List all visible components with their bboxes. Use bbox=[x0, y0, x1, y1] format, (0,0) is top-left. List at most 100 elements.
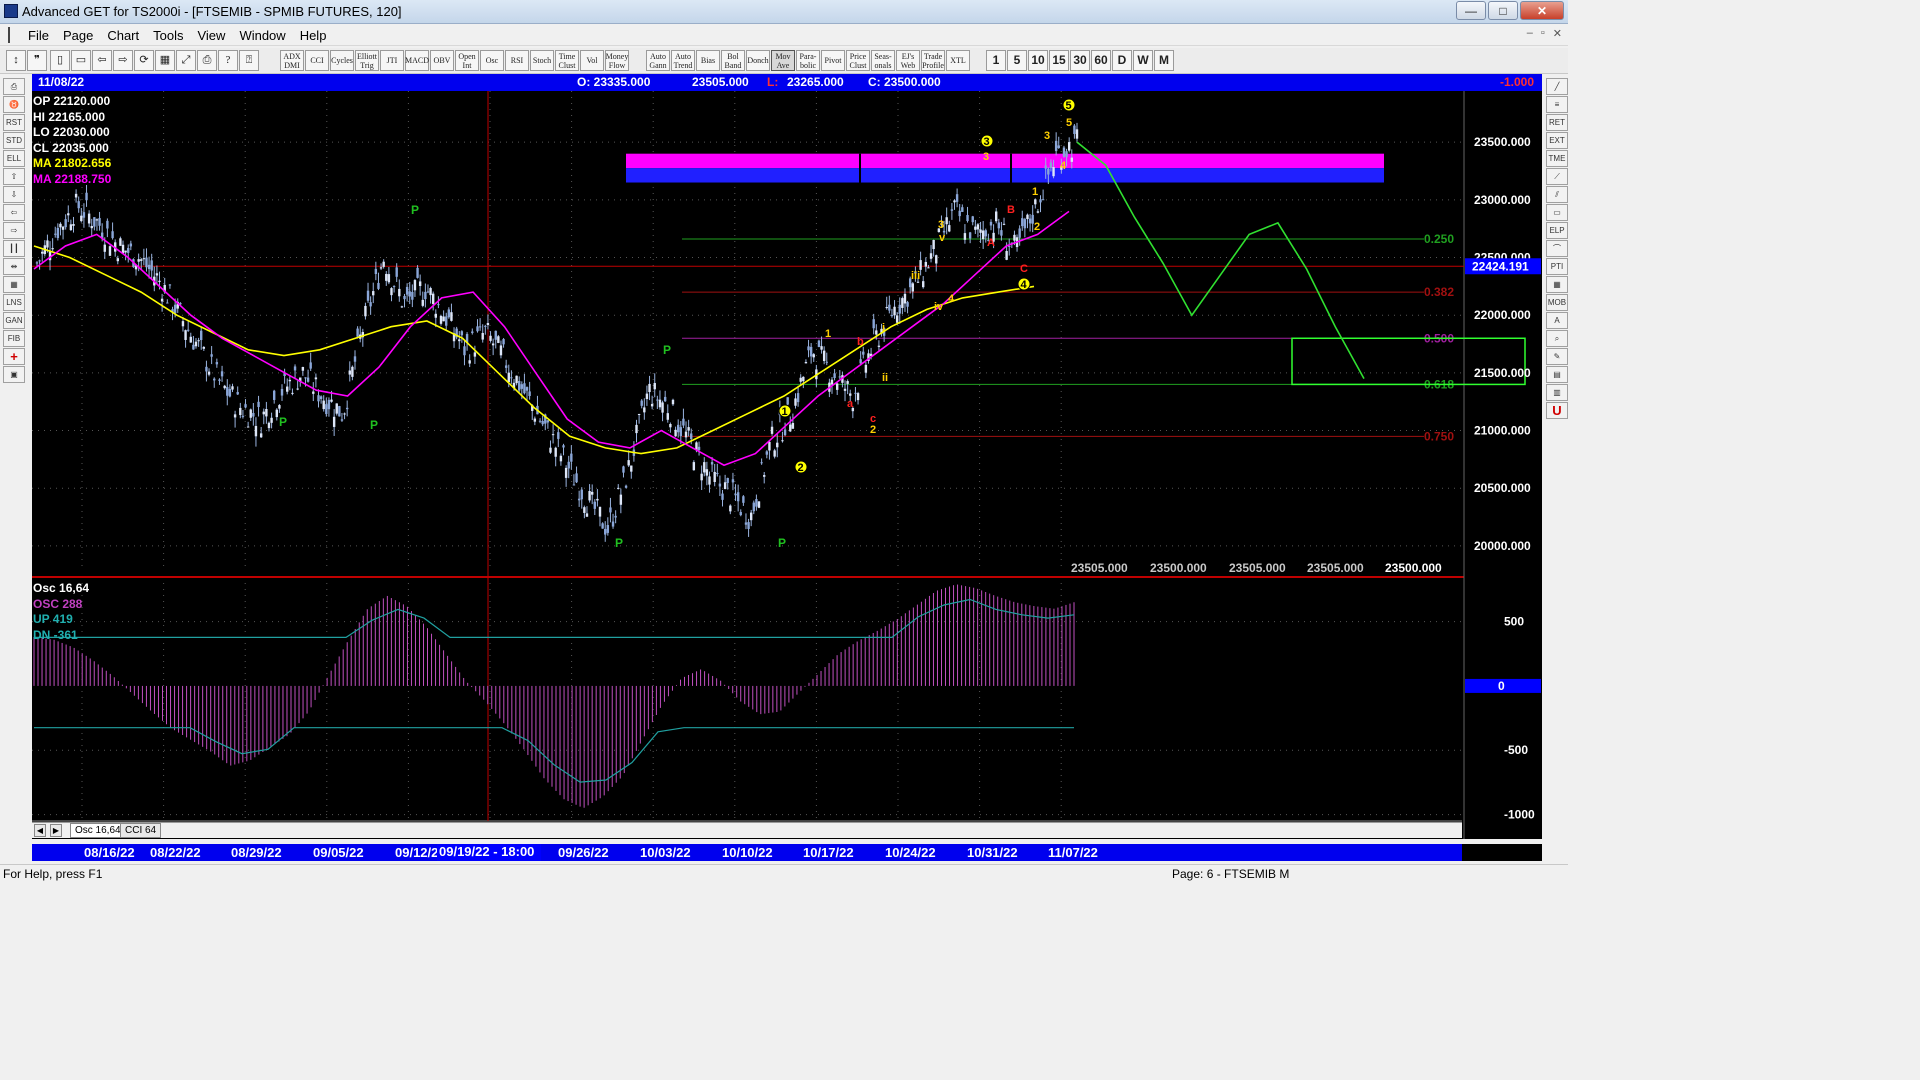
timeframe-5[interactable]: 5 bbox=[1007, 50, 1027, 71]
context-help-icon[interactable]: ⍰ bbox=[239, 50, 259, 71]
refresh-icon[interactable]: ⟳ bbox=[134, 50, 154, 71]
print-icon[interactable]: ⎙ bbox=[197, 50, 217, 71]
back-icon[interactable]: ⇦ bbox=[92, 50, 112, 71]
study-mov-ave[interactable]: Mov Ave bbox=[771, 50, 795, 71]
fib-retrace-icon[interactable]: RET bbox=[1546, 114, 1568, 131]
indicator-rsi[interactable]: RSI bbox=[505, 50, 529, 71]
bars-icon[interactable]: ┃┃ bbox=[3, 240, 25, 257]
open-page-icon[interactable]: ▭ bbox=[71, 50, 91, 71]
study-price-clust[interactable]: Price Clust bbox=[846, 50, 870, 71]
table-icon[interactable]: ▤ bbox=[1546, 366, 1568, 383]
menu-window[interactable]: Window bbox=[239, 28, 285, 43]
arc-icon[interactable]: ⌒ bbox=[1546, 240, 1568, 257]
mdi-restore-button[interactable]: ▫ bbox=[1541, 27, 1545, 40]
mdi-minimize-button[interactable]: – bbox=[1527, 27, 1533, 40]
grid-icon[interactable]: ▦ bbox=[155, 50, 175, 71]
hint-icon[interactable]: ? bbox=[218, 50, 238, 71]
indicator-jti[interactable]: JTI bbox=[380, 50, 404, 71]
indicator-osc[interactable]: Osc bbox=[480, 50, 504, 71]
chart-svg[interactable]: 0.2500.3820.5000.6180.750P PP PPP123451234… bbox=[32, 91, 1542, 839]
fib-icon[interactable]: FIB bbox=[3, 330, 25, 347]
indicator-elliott-trig[interactable]: Elliott Trig bbox=[355, 50, 379, 71]
elliott-icon[interactable]: ELL bbox=[3, 150, 25, 167]
compress-icon[interactable]: ⇹ bbox=[3, 258, 25, 275]
text-tool-icon[interactable]: A bbox=[1546, 312, 1568, 329]
indicator-cycles[interactable]: Cycles bbox=[330, 50, 354, 71]
arrow-up-icon[interactable]: ⇧ bbox=[3, 168, 25, 185]
tab-prev-icon[interactable]: ◀ bbox=[34, 824, 46, 837]
study-para-bolic[interactable]: Para-bolic bbox=[796, 50, 820, 71]
mob-icon[interactable]: MOB bbox=[1546, 294, 1568, 311]
menu-help[interactable]: Help bbox=[300, 28, 327, 43]
grid-tool-icon[interactable]: ▦ bbox=[1546, 276, 1568, 293]
indicator-vol[interactable]: Vol bbox=[580, 50, 604, 71]
parallel-lines-icon[interactable]: ≡ bbox=[1546, 96, 1568, 113]
tab-cci[interactable]: CCI 64 bbox=[120, 823, 162, 838]
indicator-macd[interactable]: MACD bbox=[405, 50, 429, 71]
save-icon[interactable]: ▣ bbox=[3, 366, 25, 383]
study-ej-s-web[interactable]: EJ's Web bbox=[896, 50, 920, 71]
pencil-icon[interactable]: ✎ bbox=[1546, 348, 1568, 365]
forward-icon[interactable]: ⇨ bbox=[113, 50, 133, 71]
timeframe-15[interactable]: 15 bbox=[1049, 50, 1069, 71]
rectangle-icon[interactable]: ▭ bbox=[1546, 204, 1568, 221]
timeframe-w[interactable]: W bbox=[1133, 50, 1153, 71]
crosshair-icon[interactable]: + bbox=[3, 348, 25, 365]
indicator-obv[interactable]: OBV bbox=[430, 50, 454, 71]
channel-icon[interactable]: ⫽ bbox=[1546, 186, 1568, 203]
quote-tool-icon[interactable]: ❞ bbox=[27, 50, 47, 71]
pti-icon[interactable]: PTI bbox=[1546, 258, 1568, 275]
gann-icon[interactable]: GAN bbox=[3, 312, 25, 329]
bull-icon[interactable]: ♉ bbox=[3, 96, 25, 113]
fib-time-icon[interactable]: TME bbox=[1546, 150, 1568, 167]
zoom-icon[interactable]: ⌕ bbox=[1546, 330, 1568, 347]
close-button[interactable]: ✕ bbox=[1520, 1, 1564, 20]
print-chart-icon[interactable]: ⎙ bbox=[3, 78, 25, 95]
timeframe-m[interactable]: M bbox=[1154, 50, 1174, 71]
study-auto-gann[interactable]: Auto Gann bbox=[646, 50, 670, 71]
arrow-down-icon[interactable]: ⇩ bbox=[3, 186, 25, 203]
indicator-open-int[interactable]: Open Int bbox=[455, 50, 479, 71]
study-xtl[interactable]: XTL bbox=[946, 50, 970, 71]
mdi-close-button[interactable]: ✕ bbox=[1553, 27, 1562, 40]
study-icon[interactable]: STD bbox=[3, 132, 25, 149]
study-bias[interactable]: Bias bbox=[696, 50, 720, 71]
indicator-money-flow[interactable]: Money Flow bbox=[605, 50, 629, 71]
expand-icon[interactable]: ⤢ bbox=[176, 50, 196, 71]
indicator-time-clust[interactable]: Time Clust bbox=[555, 50, 579, 71]
trendline-icon[interactable]: ╱ bbox=[1546, 78, 1568, 95]
study-auto-trend[interactable]: Auto Trend bbox=[671, 50, 695, 71]
tab-osc[interactable]: Osc 16,64 bbox=[70, 823, 126, 838]
maximize-button[interactable]: □ bbox=[1488, 1, 1518, 20]
menu-chart[interactable]: Chart bbox=[107, 28, 139, 43]
indicator-adx-dmi[interactable]: ADX DMI bbox=[280, 50, 304, 71]
study-seas-onals[interactable]: Seas-onals bbox=[871, 50, 895, 71]
minimize-button[interactable]: — bbox=[1456, 1, 1486, 20]
menu-tools[interactable]: Tools bbox=[153, 28, 183, 43]
arrow-right-icon[interactable]: ⇨ bbox=[3, 222, 25, 239]
indicator-cci[interactable]: CCI bbox=[305, 50, 329, 71]
study-donch[interactable]: Donch bbox=[746, 50, 770, 71]
reset-icon[interactable]: RST bbox=[3, 114, 25, 131]
menu-view[interactable]: View bbox=[197, 28, 225, 43]
timeframe-30[interactable]: 30 bbox=[1070, 50, 1090, 71]
study-trade-profile[interactable]: Trade Profile bbox=[921, 50, 945, 71]
ellipse-icon[interactable]: ELP bbox=[1546, 222, 1568, 239]
study-pivot[interactable]: Pivot bbox=[821, 50, 845, 71]
timeframe-60[interactable]: 60 bbox=[1091, 50, 1111, 71]
arrow-left-icon[interactable]: ⇦ bbox=[3, 204, 25, 221]
timeframe-1[interactable]: 1 bbox=[986, 50, 1006, 71]
fib-extension-icon[interactable]: EXT bbox=[1546, 132, 1568, 149]
timeframe-d[interactable]: D bbox=[1112, 50, 1132, 71]
grid-view-icon[interactable]: ▦ bbox=[3, 276, 25, 293]
calc-icon[interactable]: ▥ bbox=[1546, 384, 1568, 401]
fan-icon[interactable]: ⟋ bbox=[1546, 168, 1568, 185]
pointer-tool-icon[interactable]: ↕ bbox=[6, 50, 26, 71]
menu-page[interactable]: Page bbox=[63, 28, 93, 43]
chart-area[interactable]: 0.250 0.382 0.500 0.618 0.750 P P P P P P 1 2 3 4 5 1 2 3 4… bbox=[32, 91, 1542, 839]
undo-icon[interactable]: U bbox=[1546, 402, 1568, 419]
menu-file[interactable]: File bbox=[28, 28, 49, 43]
indicator-stoch[interactable]: Stoch bbox=[530, 50, 554, 71]
new-page-icon[interactable]: ▯ bbox=[50, 50, 70, 71]
tab-next-icon[interactable]: ▶ bbox=[50, 824, 62, 837]
